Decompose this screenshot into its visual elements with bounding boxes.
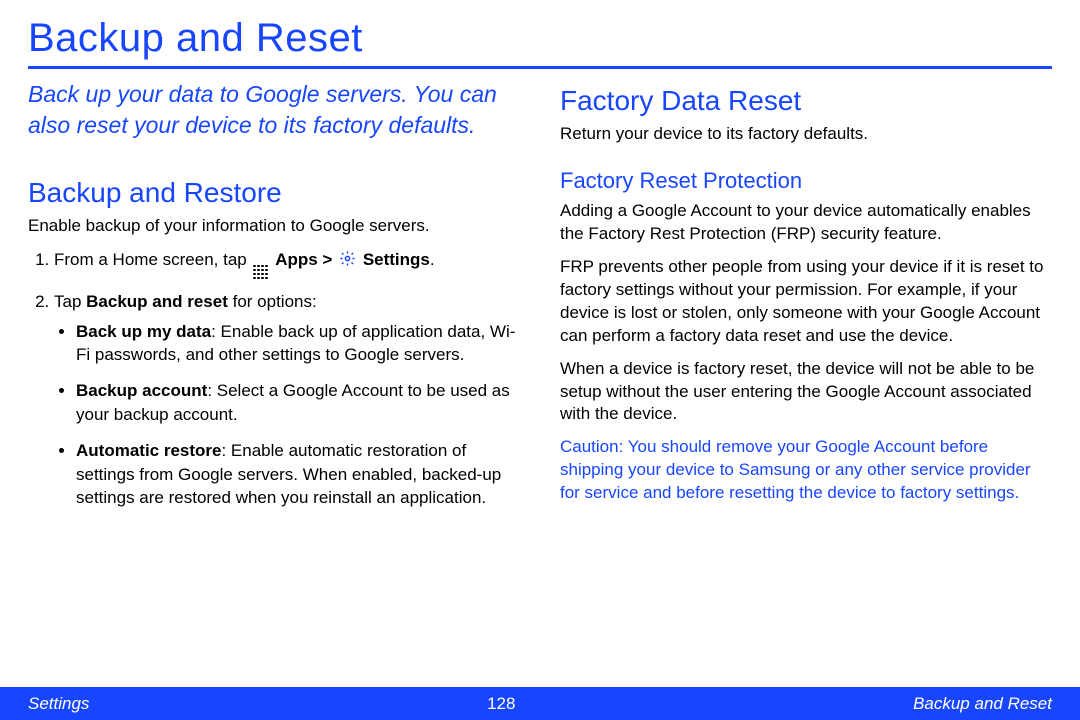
factory-reset-lead: Return your device to its factory defaul… [560,123,1052,146]
footer-left: Settings [28,694,89,714]
factory-reset-heading: Factory Data Reset [560,85,1052,117]
option-automatic-restore: Automatic restore: Enable automatic rest… [76,439,520,510]
caution-paragraph: Caution: You should remove your Google A… [560,436,1052,505]
footer-page-number: 128 [487,694,515,714]
frp-p2: FRP prevents other people from using you… [560,256,1052,348]
frp-heading: Factory Reset Protection [560,168,1052,194]
step2-post: for options: [228,292,317,311]
option-backup-my-data: Back up my data: Enable back up of appli… [76,320,520,368]
step2-pre: Tap [54,292,86,311]
page-footer: Settings 128 Backup and Reset [0,687,1080,720]
content-columns: Back up your data to Google servers. You… [28,79,1052,522]
frp-p1: Adding a Google Account to your device a… [560,200,1052,246]
step1-post: . [430,250,435,269]
b2-bold: Backup account [76,381,207,400]
footer-right: Backup and Reset [913,694,1052,714]
intro-text: Back up your data to Google servers. You… [28,79,520,141]
backup-restore-heading: Backup and Restore [28,177,520,209]
option-backup-account: Backup account: Select a Google Account … [76,379,520,427]
b1-bold: Back up my data [76,322,211,341]
step2-bold: Backup and reset [86,292,228,311]
step1-pre: From a Home screen, tap [54,250,251,269]
options-list: Back up my data: Enable back up of appli… [54,320,520,511]
b3-bold: Automatic restore [76,441,221,460]
left-column: Back up your data to Google servers. You… [28,79,520,522]
apps-label: Apps [275,250,318,269]
apps-icon [253,265,268,280]
gt-separator: > [318,250,337,269]
caution-label: Caution [560,437,619,456]
frp-p3: When a device is factory reset, the devi… [560,358,1052,427]
backup-restore-lead: Enable backup of your information to Goo… [28,215,520,238]
step-2: Tap Backup and reset for options: Back u… [54,290,520,510]
document-page: Backup and Reset Back up your data to Go… [0,0,1080,720]
settings-icon [339,250,356,267]
step-1: From a Home screen, tap Apps > Settings. [54,248,520,280]
page-title: Backup and Reset [28,16,1052,60]
settings-label: Settings [363,250,430,269]
caution-body-text: : You should remove your Google Account … [560,437,1031,502]
right-column: Factory Data Reset Return your device to… [560,79,1052,522]
backup-steps-list: From a Home screen, tap Apps > Settings.… [28,248,520,510]
title-divider [28,66,1052,69]
